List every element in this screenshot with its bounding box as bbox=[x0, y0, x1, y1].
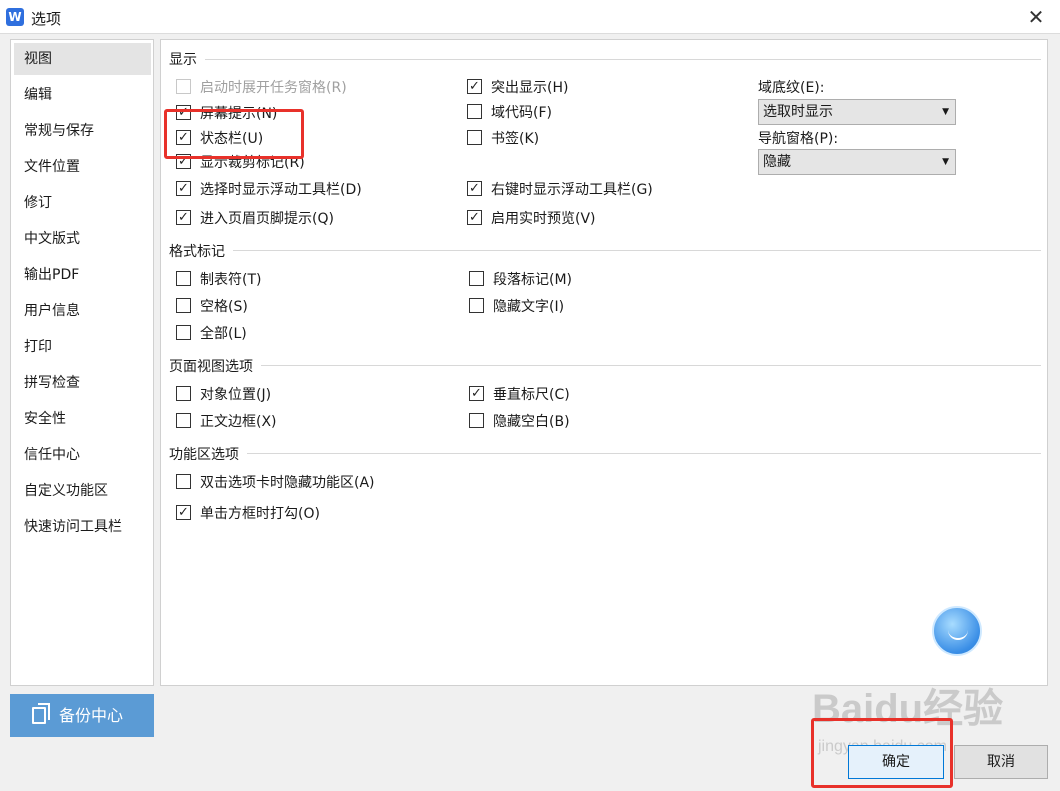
checkbox-box[interactable]: ✓ bbox=[176, 505, 191, 520]
checkbox-label: 隐藏空白(B) bbox=[493, 414, 570, 430]
checkbox-box[interactable] bbox=[467, 104, 482, 119]
sidebar-item-revision[interactable]: 修订 bbox=[14, 187, 151, 219]
sidebar-item-view[interactable]: 视图 bbox=[14, 43, 151, 75]
checkbox-box[interactable] bbox=[469, 271, 484, 286]
sidebar-item-edit[interactable]: 编辑 bbox=[14, 79, 151, 111]
checkbox-label: 制表符(T) bbox=[200, 272, 262, 288]
checkbox-box[interactable] bbox=[176, 271, 191, 286]
sidebar-item-file-location[interactable]: 文件位置 bbox=[14, 151, 151, 183]
sidebar-item-spell-check[interactable]: 拼写检查 bbox=[14, 367, 151, 399]
checkbox-box[interactable]: ✓ bbox=[176, 181, 191, 196]
checkbox-label: 右键时显示浮动工具栏(G) bbox=[491, 182, 653, 198]
checkbox-label: 选择时显示浮动工具栏(D) bbox=[200, 182, 362, 198]
section-divider bbox=[205, 59, 1041, 60]
section-title-page-view: 页面视图选项 bbox=[169, 359, 253, 375]
section-title-display: 显示 bbox=[169, 52, 197, 68]
checkbox-box[interactable]: ✓ bbox=[467, 79, 482, 94]
sidebar-item-print[interactable]: 打印 bbox=[14, 331, 151, 363]
checkbox-label: 对象位置(J) bbox=[200, 387, 272, 403]
assistant-bubble-icon[interactable] bbox=[932, 606, 982, 656]
dialog-title: 选项 bbox=[31, 10, 62, 28]
checkbox-label: 双击选项卡时隐藏功能区(A) bbox=[200, 475, 375, 491]
checkbox-box[interactable] bbox=[176, 79, 191, 94]
sidebar-item-custom-ribbon[interactable]: 自定义功能区 bbox=[14, 475, 151, 507]
checkbox-label: 正文边框(X) bbox=[200, 414, 277, 430]
nav-pane-label: 导航窗格(P): bbox=[758, 131, 839, 147]
highlight-status-bar bbox=[164, 109, 304, 159]
checkbox-label: 空格(S) bbox=[200, 299, 248, 315]
sidebar-item-user-info[interactable]: 用户信息 bbox=[14, 295, 151, 327]
checkbox-box[interactable] bbox=[176, 325, 191, 340]
sidebar-item-general-save[interactable]: 常规与保存 bbox=[14, 115, 151, 147]
checkbox-box[interactable]: ✓ bbox=[467, 181, 482, 196]
nav-pane-select[interactable]: 隐藏 ▼ bbox=[758, 149, 956, 175]
section-title-ribbon: 功能区选项 bbox=[169, 447, 239, 463]
sidebar-item-security[interactable]: 安全性 bbox=[14, 403, 151, 435]
checkbox-label: 单击方框时打勾(O) bbox=[200, 506, 320, 522]
sidebar-item-quick-access-toolbar[interactable]: 快速访问工具栏 bbox=[14, 511, 151, 543]
checkbox-label: 进入页眉页脚提示(Q) bbox=[200, 211, 334, 227]
title-bar: W 选项 ✕ bbox=[0, 0, 1060, 34]
highlight-ok-button bbox=[811, 718, 953, 788]
checkbox-label: 全部(L) bbox=[200, 326, 247, 342]
section-title-format-marks: 格式标记 bbox=[169, 244, 225, 260]
section-divider bbox=[261, 365, 1041, 366]
field-shading-select[interactable]: 选取时显示 ▼ bbox=[758, 99, 956, 125]
checkbox-label: 启用实时预览(V) bbox=[491, 211, 596, 227]
backup-center-button[interactable]: 备份中心 bbox=[10, 694, 154, 737]
options-sidebar: 视图 编辑 常规与保存 文件位置 修订 中文版式 输出PDF 用户信息 打印 拼… bbox=[10, 39, 154, 686]
section-divider bbox=[247, 453, 1041, 454]
sidebar-item-chinese-layout[interactable]: 中文版式 bbox=[14, 223, 151, 255]
sidebar-item-output-pdf[interactable]: 输出PDF bbox=[14, 259, 151, 291]
checkbox-label: 垂直标尺(C) bbox=[493, 387, 570, 403]
wps-app-icon: W bbox=[6, 8, 24, 26]
close-button[interactable]: ✕ bbox=[1024, 5, 1048, 29]
checkbox-label: 域代码(F) bbox=[491, 105, 552, 121]
checkbox-label: 突出显示(H) bbox=[491, 80, 569, 96]
checkbox-box[interactable]: ✓ bbox=[176, 210, 191, 225]
select-value: 隐藏 bbox=[763, 154, 791, 170]
checkbox-box[interactable] bbox=[176, 298, 191, 313]
dropdown-arrow-icon: ▼ bbox=[942, 157, 949, 167]
cancel-button[interactable]: 取消 bbox=[954, 745, 1048, 779]
backup-center-label: 备份中心 bbox=[59, 706, 124, 725]
dropdown-arrow-icon: ▼ bbox=[942, 107, 949, 117]
section-divider bbox=[233, 250, 1041, 251]
select-value: 选取时显示 bbox=[763, 104, 833, 120]
checkbox-box[interactable] bbox=[469, 298, 484, 313]
sidebar-item-trust-center[interactable]: 信任中心 bbox=[14, 439, 151, 471]
checkbox-box[interactable] bbox=[467, 130, 482, 145]
checkbox-box[interactable] bbox=[469, 413, 484, 428]
checkbox-box[interactable]: ✓ bbox=[467, 210, 482, 225]
checkbox-box[interactable] bbox=[176, 474, 191, 489]
field-shading-label: 域底纹(E): bbox=[758, 80, 825, 96]
checkbox-label: 启动时展开任务窗格(R) bbox=[200, 80, 347, 96]
checkbox-label: 隐藏文字(I) bbox=[493, 299, 565, 315]
checkbox-label: 段落标记(M) bbox=[493, 272, 573, 288]
checkbox-box[interactable]: ✓ bbox=[469, 386, 484, 401]
backup-icon bbox=[32, 703, 50, 724]
checkbox-label: 书签(K) bbox=[491, 131, 540, 147]
checkbox-box[interactable] bbox=[176, 386, 191, 401]
checkbox-box[interactable] bbox=[176, 413, 191, 428]
